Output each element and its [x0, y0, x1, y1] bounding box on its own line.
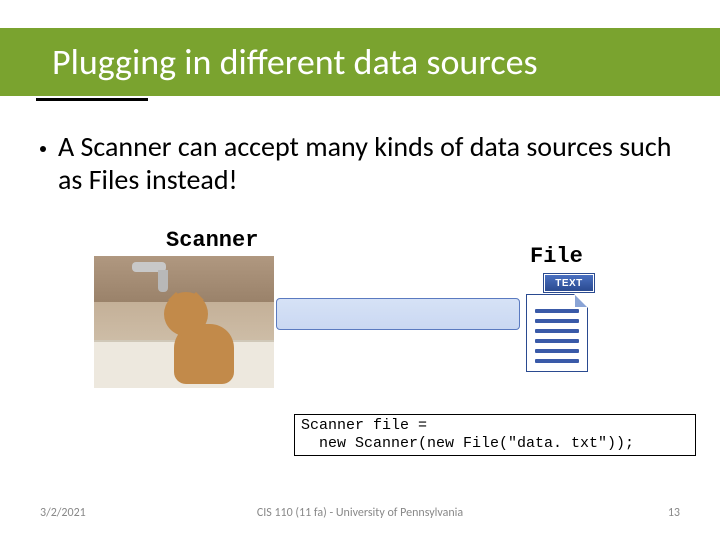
bullet-text: A Scanner can accept many kinds of data … — [58, 130, 680, 196]
diagram: Scanner File TEXT — [0, 220, 720, 430]
footer-center: CIS 110 (11 fa) - University of Pennsylv… — [0, 506, 720, 520]
title-bar: Plugging in different data sources — [0, 28, 720, 96]
cat-head — [164, 292, 208, 336]
code-line-1: Scanner file = — [301, 417, 427, 434]
file-icon: TEXT — [522, 274, 594, 372]
slide-title: Plugging in different data sources — [52, 40, 538, 84]
bullet-icon — [40, 146, 46, 152]
bullet-row: A Scanner can accept many kinds of data … — [40, 130, 680, 196]
document-lines — [535, 309, 579, 363]
document-icon — [526, 294, 588, 372]
cat-shape — [164, 284, 244, 384]
footer-page-number: 13 — [668, 506, 680, 520]
code-line-2: new Scanner(new File("data. txt")); — [301, 435, 634, 452]
title-underline — [36, 98, 148, 101]
scanner-label: Scanner — [166, 228, 258, 253]
code-snippet: Scanner file = new Scanner(new File("dat… — [294, 414, 696, 456]
pipe-connector — [276, 298, 520, 330]
scanner-image — [94, 256, 274, 388]
body-area: A Scanner can accept many kinds of data … — [40, 130, 680, 216]
text-badge: TEXT — [544, 274, 594, 292]
file-label: File — [530, 244, 583, 269]
